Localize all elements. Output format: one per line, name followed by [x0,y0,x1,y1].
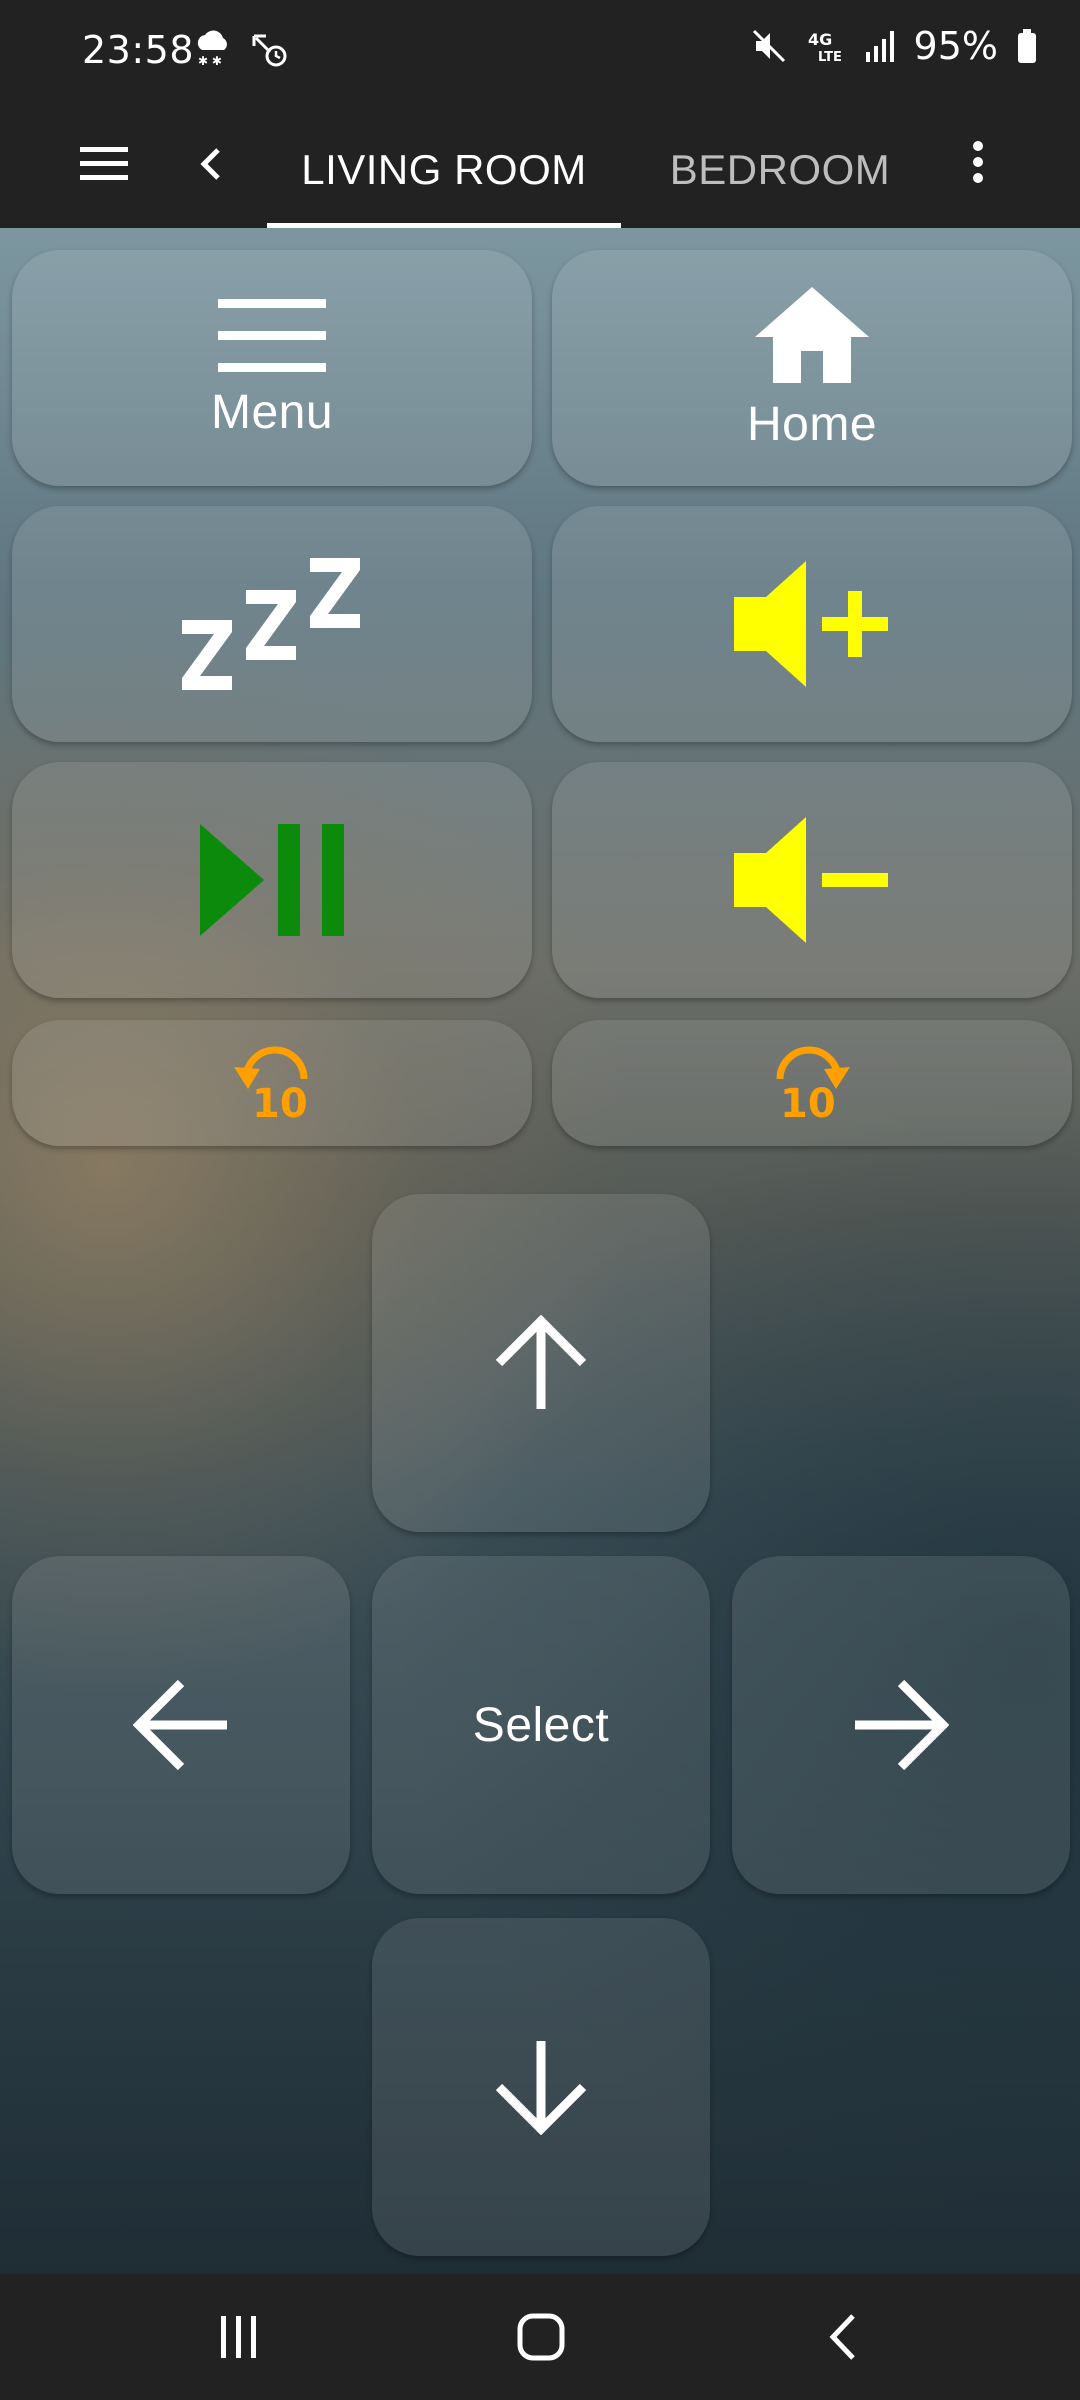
signal-icon [865,31,894,62]
drawer-menu-button[interactable] [78,138,130,190]
play-pause-button[interactable] [12,762,532,998]
overflow-menu-button[interactable] [962,130,994,194]
status-time: 23:58 [82,28,195,72]
system-nav-bar [0,2274,1080,2400]
rewind-seconds: 10 [252,1081,308,1121]
status-bar: 23:58 ✱ ✱ 4G LTE 95% [0,0,1080,100]
svg-text:LTE: LTE [818,50,842,65]
home-label: Home [746,397,878,451]
snow-cloud-icon: ✱ ✱ [197,30,227,68]
home-nav-icon [517,2313,565,2361]
arrow-down-icon [495,2041,587,2135]
screen: 23:58 ✱ ✱ 4G LTE 95% LIVING ROOM BEDROOM… [0,0,1080,2400]
back-button[interactable] [190,138,230,190]
status-left-icons: ✱ ✱ [192,28,288,68]
dpad-down-button[interactable] [372,1918,710,2256]
battery-percent: 95% [913,24,998,68]
tab-bedroom[interactable]: BEDROOM [640,124,920,228]
tab-label: LIVING ROOM [301,146,587,193]
dpad-select-button[interactable]: Select [372,1556,710,1894]
dpad-right-button[interactable] [732,1556,1070,1894]
more-vert-icon [973,141,983,183]
menu-label: Menu [210,385,334,439]
select-label: Select [472,1698,610,1752]
play-pause-icon [200,824,344,936]
4g-lte-icon: 4G LTE [808,30,842,65]
svg-text:4G: 4G [808,30,832,49]
arrow-right-icon [855,1679,949,1771]
status-right: 4G LTE 95% [750,24,1038,68]
dpad-up-button[interactable] [372,1194,710,1532]
remote-area: Menu Home 10 10 Select [0,228,1080,2274]
forward-10-icon: 10 [776,1046,850,1121]
arrow-left-icon [133,1679,227,1771]
mute-icon [752,29,785,63]
tab-bar: LIVING ROOM BEDROOM [0,100,1080,228]
home-button[interactable]: Home [552,250,1072,486]
menu-button[interactable]: Menu [12,250,532,486]
back-nav-button[interactable] [808,2302,878,2372]
arrow-up-icon [495,1315,587,1409]
recent-apps-button[interactable] [204,2302,274,2372]
forward-10-button[interactable]: 10 [552,1020,1072,1146]
volume-down-button[interactable] [552,762,1072,998]
volume-down-icon [734,817,888,943]
back-nav-icon [829,2314,855,2360]
menu-icon [218,298,326,372]
replay-10-icon: 10 [234,1046,308,1121]
tab-living-room[interactable]: LIVING ROOM [267,124,621,228]
home-icon [755,286,869,383]
forward-seconds: 10 [780,1081,836,1121]
tab-label: BEDROOM [669,146,891,193]
battery-icon [1018,29,1036,63]
sleep-zzz-icon [182,558,360,690]
sleep-button[interactable] [12,506,532,742]
rewind-10-button[interactable]: 10 [12,1020,532,1146]
volume-up-icon [734,561,888,687]
home-nav-button[interactable] [506,2302,576,2372]
hamburger-icon [80,147,128,180]
dpad-left-button[interactable] [12,1556,350,1894]
chevron-left-icon [200,148,220,180]
sync-alarm-icon [252,34,287,67]
recent-apps-icon [221,2316,256,2358]
svg-text:✱ ✱: ✱ ✱ [198,54,222,68]
volume-up-button[interactable] [552,506,1072,742]
